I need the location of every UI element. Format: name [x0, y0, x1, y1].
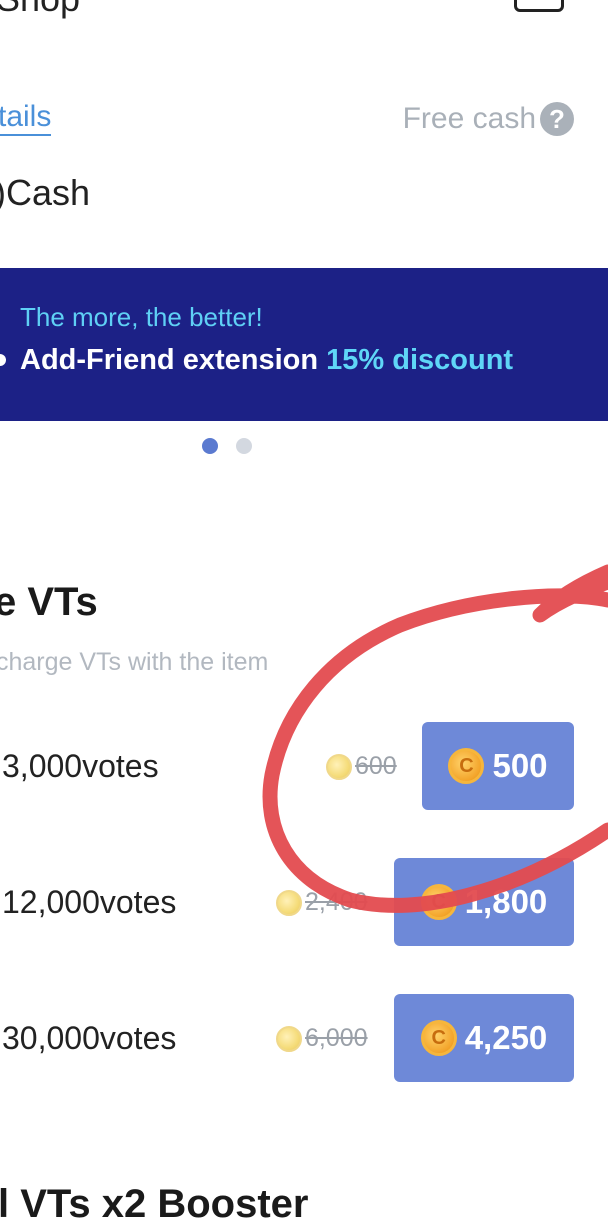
- original-price-value: 6,000: [305, 1024, 368, 1052]
- coin-icon: C: [448, 748, 485, 784]
- votes-amount: 3,000votes: [2, 748, 159, 784]
- buy-button[interactable]: C 4,250: [394, 994, 574, 1082]
- price-label: 1,800: [464, 883, 548, 920]
- votes-amount: 30,000votes: [2, 1020, 177, 1056]
- coin-icon: [326, 753, 352, 780]
- question-circle-icon[interactable]: ?: [540, 102, 574, 136]
- coin-icon: C: [420, 1020, 457, 1056]
- details-link[interactable]: tails: [0, 100, 52, 136]
- price-label: 4,250: [464, 1019, 548, 1056]
- list-item: 3,000votes 600 C 500: [0, 722, 608, 812]
- carousel-dot[interactable]: [236, 438, 252, 454]
- buy-button[interactable]: C 500: [422, 722, 574, 810]
- coin-icon: [276, 889, 302, 916]
- page-title: Shop: [0, 0, 80, 20]
- carousel-dot-active[interactable]: [202, 438, 218, 454]
- booster-section-title: l VTs x2 Booster: [0, 1182, 309, 1223]
- original-price-value: 600: [355, 752, 397, 780]
- banner-discount: 15% discount: [326, 344, 514, 376]
- cash-balance-label: )Cash: [0, 172, 91, 213]
- banner-tagline: The more, the better!: [20, 302, 263, 332]
- banner-headline: Add-Friend extension 15% discount: [20, 344, 513, 377]
- promo-banner[interactable]: The more, the better! Add-Friend extensi…: [0, 268, 608, 421]
- bullet-icon: [0, 354, 6, 366]
- original-price: 600: [326, 752, 397, 781]
- free-cash-label: Free cash: [402, 102, 536, 135]
- list-item: 30,000votes 6,000 C 4,250: [0, 994, 608, 1084]
- banner-headline-text: Add-Friend extension: [20, 344, 327, 376]
- votes-amount: 12,000votes: [2, 884, 177, 920]
- coin-icon: C: [420, 884, 457, 920]
- carousel-indicator: [202, 438, 252, 454]
- price-label: 500: [492, 747, 548, 784]
- original-price: 6,000: [276, 1024, 368, 1053]
- section-subtitle: charge VTs with the item: [0, 648, 269, 676]
- free-cash-button[interactable]: Free cash ?: [403, 102, 574, 136]
- section-title: e VTs: [0, 580, 98, 624]
- original-price-value: 2,400: [305, 888, 368, 916]
- coin-icon: [276, 1025, 302, 1052]
- menu-icon[interactable]: [514, 0, 564, 12]
- original-price: 2,400: [276, 888, 368, 917]
- buy-button[interactable]: C 1,800: [394, 858, 574, 946]
- list-item: 12,000votes 2,400 C 1,800: [0, 858, 608, 948]
